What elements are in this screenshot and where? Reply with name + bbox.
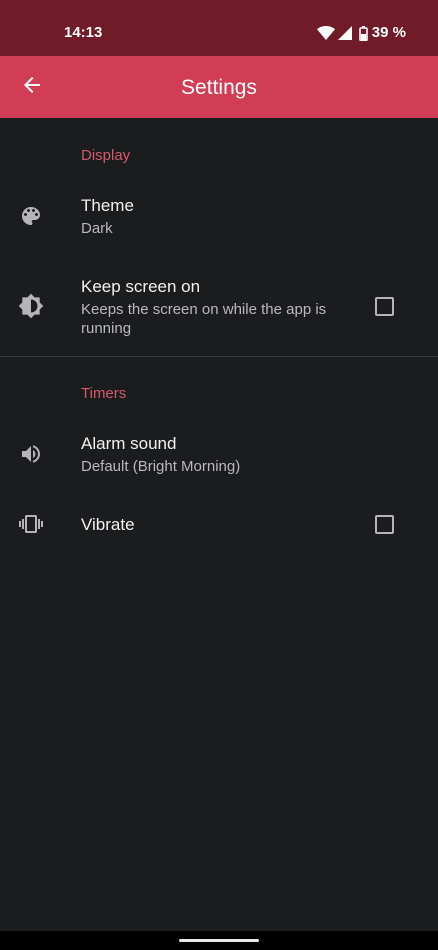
settings-screen: 14:13 39 % Settings Display Theme Dark K… bbox=[0, 0, 438, 950]
status-bar: 14:13 39 % bbox=[0, 0, 438, 56]
theme-summary: Dark bbox=[81, 220, 113, 237]
keep-screen-on-title: Keep screen on bbox=[81, 277, 201, 296]
vibrate-preference[interactable]: Vibrate bbox=[0, 500, 438, 550]
alarm-sound-title: Alarm sound bbox=[81, 434, 177, 453]
section-header-timers: Timers bbox=[81, 385, 127, 402]
vibrate-title: Vibrate bbox=[81, 515, 135, 534]
status-time: 14:13 bbox=[64, 24, 103, 41]
vibrate-checkbox[interactable] bbox=[375, 515, 394, 534]
section-divider bbox=[0, 356, 438, 357]
theme-preference[interactable]: Theme Dark bbox=[0, 185, 438, 255]
alarm-sound-preference[interactable]: Alarm sound Default (Bright Morning) bbox=[0, 423, 438, 493]
home-gesture-handle[interactable] bbox=[179, 939, 259, 942]
keep-screen-on-summary: Keeps the screen on while the app is run… bbox=[81, 301, 327, 337]
signal-icon bbox=[337, 26, 352, 40]
volume-icon bbox=[18, 441, 44, 467]
vibrate-icon bbox=[17, 511, 45, 537]
keep-screen-on-preference[interactable]: Keep screen on Keeps the screen on while… bbox=[0, 265, 438, 350]
palette-icon bbox=[18, 203, 44, 229]
wifi-icon bbox=[316, 26, 335, 40]
app-bar: Settings bbox=[0, 56, 438, 118]
keep-screen-on-checkbox[interactable] bbox=[375, 297, 394, 316]
status-icons: 39 % bbox=[316, 24, 406, 42]
battery-percentage: 39 % bbox=[371, 24, 406, 41]
battery-icon bbox=[358, 25, 368, 41]
navigation-bar bbox=[0, 931, 438, 950]
brightness-icon bbox=[18, 293, 44, 319]
alarm-sound-summary: Default (Bright Morning) bbox=[81, 458, 241, 475]
page-title: Settings bbox=[181, 76, 257, 99]
section-header-display: Display bbox=[81, 147, 131, 164]
theme-title: Theme bbox=[81, 196, 134, 215]
